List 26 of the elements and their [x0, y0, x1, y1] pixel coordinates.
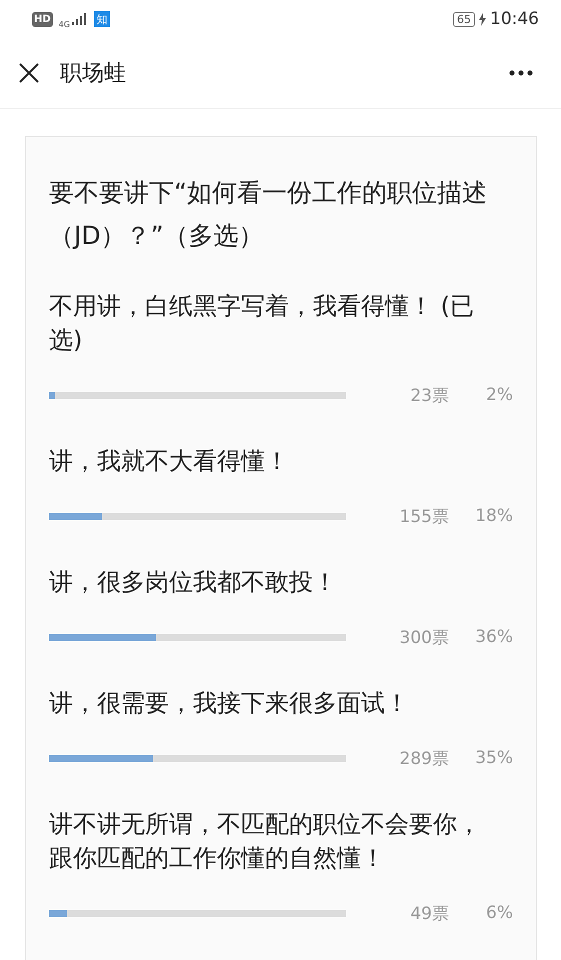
option-text: 讲，我就不大看得懂！ [49, 446, 290, 477]
battery-level: 65 [453, 12, 475, 26]
option-text: 讲不讲无所谓，不匹配的职位不会要你，跟你匹配的工作你懂的自然懂！ [49, 809, 482, 874]
vote-count: 49票 [409, 902, 449, 924]
vote-count: 23票 [409, 384, 449, 406]
vote-percent: 2% [485, 385, 513, 405]
vote-percent: 18% [474, 506, 513, 526]
option-text: 不用讲，白纸黑字写着，我看得懂！ (已选) [49, 291, 475, 356]
vote-percent: 6% [485, 903, 513, 923]
vote-percent: 35% [474, 748, 513, 768]
poll-question: 要不要讲下“如何看一份工作的职位描述（JD）？”（多选） [49, 177, 488, 252]
vote-count: 289票 [398, 748, 449, 770]
vote-count: 300票 [398, 626, 449, 648]
signal-icon [72, 13, 88, 25]
close-icon [18, 62, 40, 84]
option-text: 讲，很需要，我接下来很多面试！ [49, 688, 410, 719]
page-title: 职场蛙 [60, 60, 126, 88]
vote-percent: 36% [474, 627, 513, 647]
network-label: 4G [58, 20, 70, 28]
vote-count: 155票 [398, 506, 449, 528]
clock-time: 10:46 [490, 9, 539, 29]
more-icon [509, 70, 533, 76]
charging-icon [479, 12, 486, 26]
app-badge: 知 [94, 11, 110, 27]
option-text: 讲，很多岗位我都不敢投！ [49, 567, 338, 598]
hd-badge: HD [32, 12, 53, 26]
